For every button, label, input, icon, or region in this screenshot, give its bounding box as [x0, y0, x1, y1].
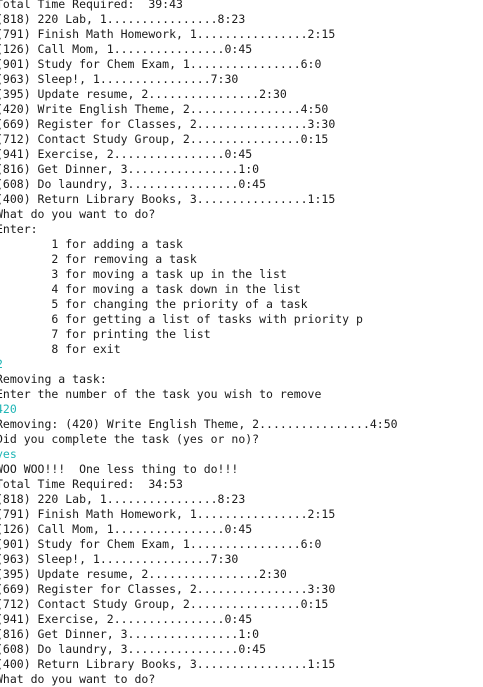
console-output-line: (901) Study for Chem Exam, 1............…	[0, 57, 322, 71]
console-input-line: 2	[0, 357, 483, 372]
console-output-line: (818) 220 Lab, 1................8:23	[0, 492, 246, 506]
console-output-line: (395) Update resume, 2................2:…	[0, 567, 287, 581]
console-output-line: (712) Contact Study Group, 2............…	[0, 132, 329, 146]
console-output-line: (126) Call Mom, 1................0:45	[0, 42, 253, 56]
console-output-line: (901) Study for Chem Exam, 1............…	[0, 537, 322, 551]
console-output-line: Enter:	[0, 222, 38, 236]
console-output-line: What do you want to do?	[0, 207, 156, 221]
console-input-line: yes	[0, 447, 17, 461]
console-output-line: (395) Update resume, 2................2:…	[0, 87, 287, 101]
console-output-line: 3 for moving a task up in the list	[0, 267, 287, 281]
console-output-line: 4 for moving a task down in the list	[0, 282, 301, 296]
console-output-line: (712) Contact Study Group, 2............…	[0, 597, 329, 611]
console-output-line: Total Time Required: 34:53	[0, 477, 183, 491]
console-output-line: (963) Sleep!, 1................7:30	[0, 72, 239, 86]
console-output-line: 1 for adding a task	[0, 237, 183, 251]
console-output-line: (420) Write English Theme, 2............…	[0, 102, 329, 116]
console-output-line: (400) Return Library Books, 3...........…	[0, 657, 336, 671]
console-output-line: Did you complete the task (yes or no)?	[0, 432, 260, 446]
console-output-line: 6 for getting a list of tasks with prior…	[0, 312, 363, 326]
console-output-line: (669) Register for Classes, 2...........…	[0, 582, 336, 596]
console-output-line: (963) Sleep!, 1................7:30	[0, 552, 239, 566]
console-output-line: (608) Do laundry, 3................0:45	[0, 177, 267, 191]
console-output-line: (791) Finish Math Homework, 1...........…	[0, 507, 336, 521]
console-output-line: 5 for changing the priority of a task	[0, 297, 308, 311]
console-output-line: (941) Exercise, 2................0:45	[0, 612, 253, 626]
console-output-line: WOO WOO!!! One less thing to do!!!	[0, 462, 239, 476]
console-output-line: 8 for exit	[0, 342, 121, 356]
console-output-line: 7 for printing the list	[0, 327, 211, 341]
console-output-line: (669) Register for Classes, 2...........…	[0, 117, 336, 131]
console-output-line: (816) Get Dinner, 3................1:0	[0, 627, 260, 641]
console-output-line: Total Time Required: 39:43	[0, 0, 183, 11]
console-output-line: Removing: (420) Write English Theme, 2..…	[0, 417, 398, 431]
console-output-line: (126) Call Mom, 1................0:45	[0, 522, 253, 536]
console-output-line: Enter the number of the task you wish to…	[0, 387, 322, 401]
console-output-line: (791) Finish Math Homework, 1...........…	[0, 27, 336, 41]
console-output[interactable]: Total Time Required: 39:43 (818) 220 Lab,…	[0, 0, 483, 687]
console-output-line: (608) Do laundry, 3................0:45	[0, 642, 267, 656]
console-output-line: (400) Return Library Books, 3...........…	[0, 192, 336, 206]
console-output-line: 2 for removing a task	[0, 252, 197, 266]
console-output-line: (941) Exercise, 2................0:45	[0, 147, 253, 161]
console-output-line: (818) 220 Lab, 1................8:23	[0, 12, 246, 26]
console-output-line: (816) Get Dinner, 3................1:0	[0, 162, 260, 176]
console-input-line: 420	[0, 402, 17, 416]
console-output-line: Removing a task:	[0, 372, 107, 386]
